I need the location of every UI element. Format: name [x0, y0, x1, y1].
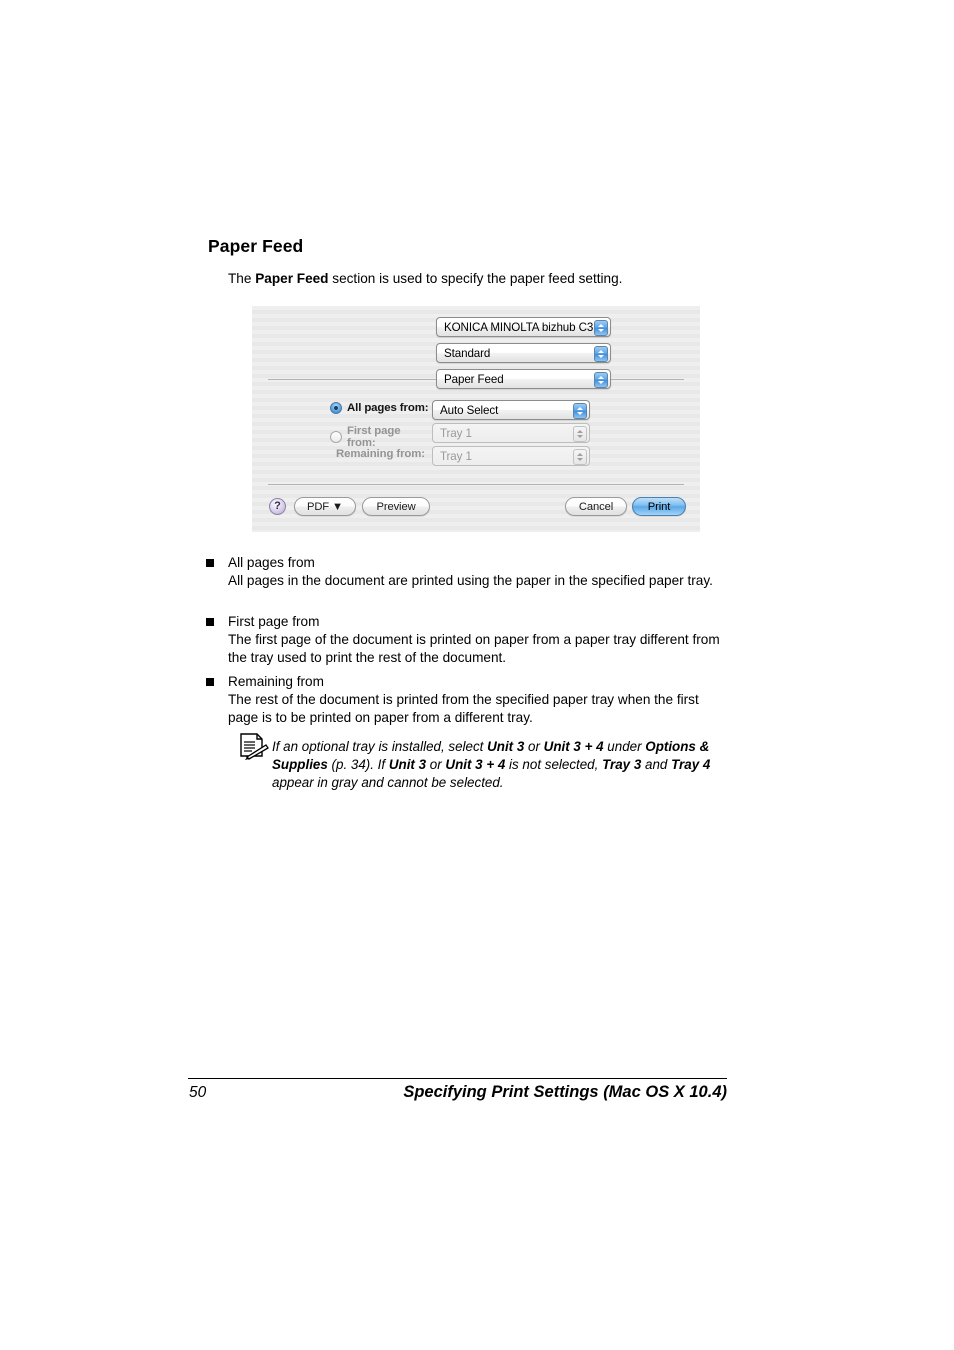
bullet-square-icon: [206, 618, 214, 626]
bullet-body: The rest of the document is printed from…: [228, 692, 699, 726]
list-item: First page from The first page of the do…: [206, 613, 728, 667]
intro-paragraph: The Paper Feed section is used to specif…: [228, 270, 728, 288]
divider-left: [268, 379, 436, 380]
remaining-tray-value: Tray 1: [440, 449, 472, 463]
manual-page: Paper Feed The Paper Feed section is use…: [0, 0, 954, 1350]
note-seg-7: and: [641, 757, 672, 773]
all-pages-tray-dropdown[interactable]: Auto Select: [432, 400, 590, 420]
intro-text-after: section is used to specify the paper fee…: [328, 271, 623, 286]
footer-chapter-title: Specifying Print Settings (Mac OS X 10.4…: [403, 1083, 727, 1101]
note-text: If an optional tray is installed, select…: [272, 738, 734, 792]
printer-dropdown[interactable]: KONICA MINOLTA bizhub C31...: [436, 317, 611, 337]
remaining-row: Remaining from:: [330, 448, 425, 460]
bullet-title: Remaining from: [228, 674, 324, 689]
list-item: Remaining from The rest of the document …: [206, 673, 728, 727]
chevron-updown-icon[interactable]: [573, 426, 587, 442]
intro-text-bold: Paper Feed: [255, 271, 329, 286]
note-seg-5: or: [426, 757, 446, 773]
note-bold-unit3-b: Unit 3: [388, 757, 427, 773]
bullet-title: All pages from: [228, 555, 315, 570]
note-seg-3: under: [603, 739, 646, 754]
note-seg-8: appear in gray and cannot be selected.: [272, 775, 504, 791]
print-button[interactable]: Print: [632, 497, 686, 516]
note-bold-tray4: Tray 4: [671, 757, 711, 773]
cancel-button[interactable]: Cancel: [565, 497, 627, 516]
note-bold-unit3-a: Unit 3: [487, 739, 525, 754]
note-seg-4: (p. 34). If: [327, 757, 389, 773]
chevron-updown-icon[interactable]: [594, 346, 608, 362]
note-bold-unit34-b: Unit 3 + 4: [445, 757, 506, 773]
first-page-tray-value: Tray 1: [440, 426, 472, 440]
note-memo-icon: [240, 733, 269, 760]
note-seg-1: If an optional tray is installed, select: [272, 739, 488, 754]
chevron-updown-icon[interactable]: [594, 372, 608, 388]
chevron-updown-icon[interactable]: [573, 449, 587, 465]
first-page-from-label: First page from:: [347, 425, 401, 449]
page-title: Paper Feed: [208, 236, 304, 256]
bullet-title: First page from: [228, 614, 320, 629]
print-dialog: Printer: KONICA MINOLTA bizhub C31... Pr…: [252, 306, 700, 532]
radio-first-page-from[interactable]: [330, 431, 342, 443]
chevron-updown-icon[interactable]: [573, 403, 587, 419]
note-seg-6: is not selected,: [505, 757, 603, 773]
footer-divider-rule: [188, 1078, 727, 1080]
page-number: 50: [189, 1084, 207, 1101]
first-page-radio-row[interactable]: First page from:: [330, 425, 430, 449]
printer-dropdown-value: KONICA MINOLTA bizhub C31...: [444, 320, 609, 334]
bullet-body: All pages in the document are printed us…: [228, 573, 713, 589]
preview-button[interactable]: Preview: [362, 497, 430, 516]
bullet-body: The first page of the document is printe…: [228, 632, 720, 666]
pane-dropdown[interactable]: Paper Feed: [436, 369, 611, 389]
pane-dropdown-value: Paper Feed: [444, 372, 504, 386]
all-pages-radio-row[interactable]: All pages from:: [330, 402, 430, 414]
bullet-square-icon: [206, 559, 214, 567]
divider-right: [611, 379, 684, 380]
intro-text-before: The: [228, 271, 256, 286]
pdf-button[interactable]: PDF ▼: [294, 497, 356, 516]
all-pages-tray-value: Auto Select: [440, 403, 499, 417]
all-pages-from-label: All pages from:: [347, 402, 429, 414]
presets-dropdown-value: Standard: [444, 346, 491, 360]
chevron-updown-icon[interactable]: [594, 320, 608, 336]
footer-divider: [268, 484, 684, 485]
bullet-square-icon: [206, 678, 214, 686]
first-page-tray-dropdown[interactable]: Tray 1: [432, 423, 590, 443]
note-bold-unit34-a: Unit 3 + 4: [543, 739, 604, 754]
list-item: All pages from All pages in the document…: [206, 554, 728, 590]
remaining-tray-dropdown[interactable]: Tray 1: [432, 446, 590, 466]
help-button[interactable]: ?: [269, 498, 286, 515]
radio-all-pages-from[interactable]: [330, 402, 342, 414]
note-seg-2: or: [524, 739, 544, 754]
presets-dropdown[interactable]: Standard: [436, 343, 611, 363]
note-bold-tray3: Tray 3: [602, 757, 642, 773]
remaining-from-label: Remaining from:: [336, 448, 425, 460]
